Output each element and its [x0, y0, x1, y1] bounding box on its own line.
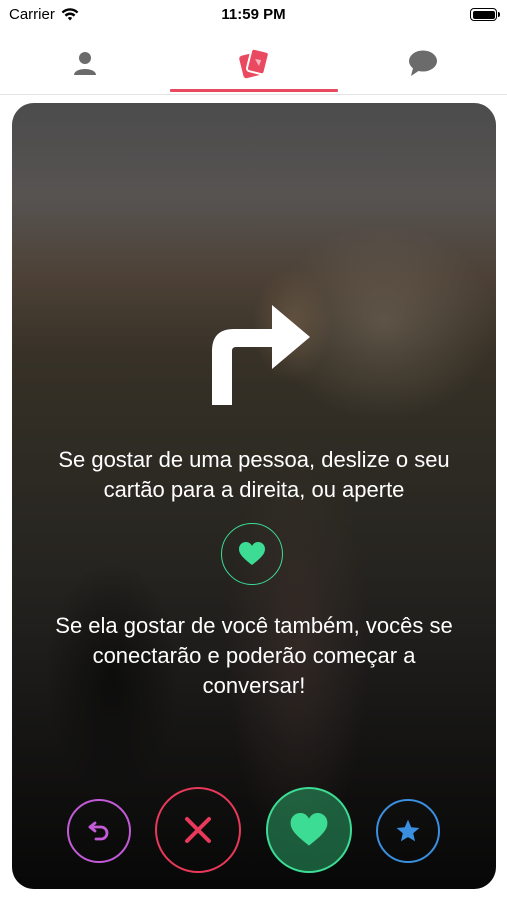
nope-button[interactable] [155, 787, 241, 873]
star-icon [396, 819, 420, 842]
tab-profile[interactable] [0, 32, 169, 94]
active-tab-indicator [170, 89, 338, 92]
chat-bubble-icon [408, 50, 437, 76]
top-tab-bar [0, 32, 507, 95]
heart-icon [239, 542, 265, 565]
status-bar: Carrier 11:59 PM [0, 0, 507, 30]
heart-badge [221, 523, 283, 585]
profile-card[interactable]: Se gostar de uma pessoa, deslize o seu c… [12, 103, 496, 889]
person-icon [73, 52, 96, 75]
swipe-right-arrow-icon [212, 305, 310, 405]
tab-messages[interactable] [338, 32, 507, 94]
rewind-button[interactable] [67, 799, 131, 863]
status-time: 11:59 PM [221, 6, 286, 23]
cards-icon [238, 47, 270, 79]
tutorial-text-match: Se ela gostar de você também, vocês se c… [55, 613, 453, 698]
rewind-icon [88, 821, 109, 841]
like-button[interactable] [266, 787, 352, 873]
heart-icon [290, 813, 328, 846]
super-like-button[interactable] [376, 799, 440, 863]
tutorial-text-swipe: Se gostar de uma pessoa, deslize o seu c… [58, 447, 450, 502]
close-icon [185, 817, 211, 843]
tab-cards[interactable] [169, 32, 338, 94]
battery-icon [470, 8, 500, 21]
